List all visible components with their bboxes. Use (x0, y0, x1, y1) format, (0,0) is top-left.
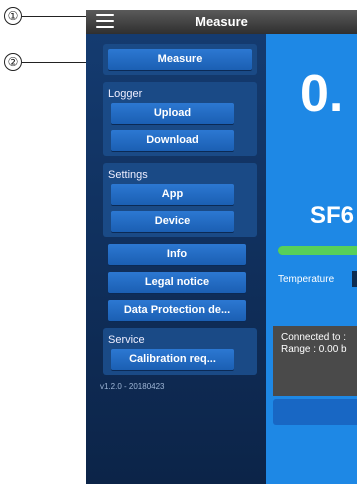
callout-2: ② (4, 53, 22, 71)
app-version: v1.2.0 - 20180423 (100, 382, 165, 391)
logger-group: Logger Upload Download (103, 82, 257, 156)
legal-notice-button[interactable]: Legal notice (108, 272, 246, 293)
callout-1-leader (22, 16, 94, 17)
upload-button[interactable]: Upload (111, 103, 234, 124)
gas-type: SF6 (310, 202, 355, 229)
level-progress-bar (278, 246, 357, 255)
download-button[interactable]: Download (111, 130, 234, 151)
temperature-label: Temperature (278, 274, 335, 285)
callout-1: ① (4, 7, 22, 25)
measure-button[interactable]: Measure (108, 49, 252, 70)
data-protection-button[interactable]: Data Protection de... (108, 300, 246, 321)
temperature-unit-box[interactable] (352, 271, 357, 287)
device-settings-button[interactable]: Device (111, 211, 234, 232)
page-title: Measure (195, 14, 248, 29)
connected-to-text: Connected to : (281, 332, 347, 343)
navigation-drawer: Measure Logger Upload Download Settings … (86, 34, 266, 484)
app-screen: 0. SF6 Temperature Connected to : Range … (86, 10, 357, 484)
top-bar: Measure (86, 10, 357, 34)
main-action-button[interactable] (273, 399, 357, 425)
info-button[interactable]: Info (108, 244, 246, 265)
logger-title: Logger (108, 88, 143, 100)
connection-info-box: Connected to : Range : 0.00 b (273, 326, 357, 396)
measure-main-panel: 0. SF6 Temperature Connected to : Range … (266, 34, 357, 484)
app-settings-button[interactable]: App (111, 184, 234, 205)
measure-group: Measure (103, 44, 257, 75)
calibration-request-button[interactable]: Calibration req... (111, 349, 234, 370)
settings-title: Settings (108, 169, 148, 181)
range-text: Range : 0.00 b (281, 344, 347, 355)
service-title: Service (108, 334, 145, 346)
service-group: Service Calibration req... (103, 328, 257, 375)
measurement-value: 0. (300, 65, 344, 123)
settings-group: Settings App Device (103, 163, 257, 237)
